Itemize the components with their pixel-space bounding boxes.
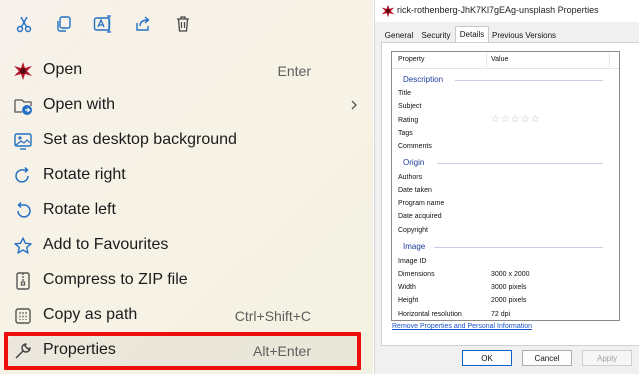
property-name: Tags: [398, 130, 413, 137]
property-name: Date taken: [398, 187, 432, 194]
menu-item-label: Open with: [43, 96, 116, 113]
property-name: Copyright: [398, 227, 428, 234]
property-name: Dimensions: [398, 271, 435, 278]
copy-icon: [57, 16, 71, 32]
property-value: 3000 x 2000: [491, 271, 530, 278]
menu-item-label: Rotate right: [43, 166, 126, 183]
menu-item-shortcut: Ctrl+Shift+C: [234, 308, 311, 324]
menu-item-label: Set as desktop background: [43, 131, 237, 148]
property-name: Authors: [398, 174, 423, 181]
group-header-image: Image: [403, 242, 426, 251]
vertical-scrollbar[interactable]: [619, 52, 620, 320]
properties-dialog: rick-rothenberg-JhK7Kl7gEAg-unsplash Pro…: [374, 0, 639, 374]
menu-item-copy-as-path[interactable]: Copy as path Ctrl+Shift+C: [0, 298, 373, 333]
column-header-value[interactable]: Value: [491, 56, 508, 63]
properties-highlight-annotation: [4, 332, 361, 370]
rotate-right-icon: [12, 165, 34, 187]
copy-path-icon: [12, 305, 34, 327]
ok-button[interactable]: OK: [462, 350, 512, 366]
menu-item-compress-zip[interactable]: Compress to ZIP file: [0, 263, 373, 298]
remove-properties-link[interactable]: Remove Properties and Personal Informati…: [392, 323, 532, 330]
property-name: Comments: [398, 143, 432, 150]
cancel-button[interactable]: Cancel: [522, 350, 572, 366]
delete-icon: [177, 16, 189, 32]
column-divider[interactable]: [486, 53, 487, 67]
apply-button[interactable]: Apply: [582, 350, 632, 366]
dialog-title-bar[interactable]: rick-rothenberg-JhK7Kl7gEAg-unsplash Pro…: [375, 0, 639, 22]
column-header-property[interactable]: Property: [398, 56, 424, 63]
group-divider: [455, 80, 603, 81]
column-divider[interactable]: [609, 53, 610, 67]
list-header: Property Value: [392, 52, 619, 69]
property-value: 2000 pixels: [491, 297, 527, 304]
menu-item-label: Rotate left: [43, 201, 116, 218]
desktop-background-icon: [12, 130, 34, 152]
property-name: Image ID: [398, 258, 427, 265]
menu-item-add-to-favourites[interactable]: Add to Favourites: [0, 228, 373, 263]
property-value: 72 dpi: [491, 311, 511, 318]
property-name: Date acquired: [398, 213, 442, 220]
open-with-icon: [12, 95, 34, 117]
cut-icon: [16, 16, 32, 33]
group-divider: [437, 163, 603, 164]
menu-item-set-desktop-background[interactable]: Set as desktop background: [0, 123, 373, 158]
menu-item-open[interactable]: Open Enter: [0, 53, 373, 88]
context-menu: Open Enter Open with Set as desktop back…: [0, 0, 373, 374]
menu-item-label: Add to Favourites: [43, 236, 169, 253]
context-menu-toolbar: [0, 0, 373, 50]
group-header-description: Description: [403, 75, 444, 84]
rotate-left-icon: [12, 200, 34, 222]
dialog-title: rick-rothenberg-JhK7Kl7gEAg-unsplash Pro…: [397, 5, 599, 15]
menu-item-rotate-right[interactable]: Rotate right: [0, 158, 373, 193]
share-button[interactable]: [129, 10, 157, 38]
menu-item-shortcut: Enter: [277, 63, 311, 79]
property-value: 3000 pixels: [491, 284, 527, 291]
rename-icon: [93, 15, 111, 33]
menu-item-label: Open: [43, 61, 83, 78]
property-name: Height: [398, 297, 419, 304]
chevron-right-icon: [351, 100, 357, 110]
property-name: Width: [398, 284, 416, 291]
property-name: Title: [398, 90, 411, 97]
delete-button[interactable]: [169, 10, 197, 38]
zip-icon: [12, 270, 34, 292]
menu-item-rotate-left[interactable]: Rotate left: [0, 193, 373, 228]
menu-item-label: Copy as path: [43, 306, 138, 323]
copy-button[interactable]: [50, 10, 78, 38]
menu-item-label: Compress to ZIP file: [43, 271, 188, 288]
star-icon: [12, 235, 34, 257]
image-file-icon: [381, 4, 395, 18]
cut-button[interactable]: [10, 10, 38, 38]
details-panel: Property Value Description Title Subject…: [381, 42, 639, 346]
dialog-tabs: General Security Details Previous Versio…: [381, 26, 636, 45]
property-name: Subject: [398, 103, 422, 110]
rename-button[interactable]: [89, 10, 117, 38]
properties-list[interactable]: Property Value Description Title Subject…: [391, 51, 620, 321]
menu-item-open-with[interactable]: Open with: [0, 88, 373, 123]
group-divider: [434, 247, 603, 248]
image-app-icon: [12, 60, 34, 82]
rating-stars[interactable]: ☆☆☆☆☆: [491, 114, 541, 125]
property-name: Horizontal resolution: [398, 311, 462, 318]
property-name: Program name: [398, 200, 445, 207]
share-icon: [136, 16, 150, 31]
property-name: Rating: [398, 117, 419, 124]
group-header-origin: Origin: [403, 158, 425, 167]
